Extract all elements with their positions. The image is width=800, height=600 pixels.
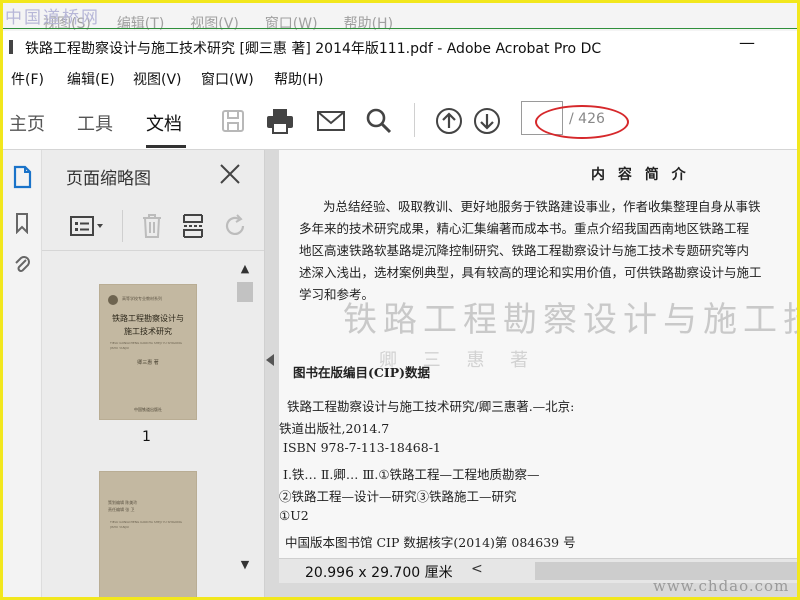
back-cover-english: TIELU GONGCHENG KANCHA SHEJI YU SHIGONG … — [110, 520, 182, 529]
rotate-icon[interactable] — [222, 212, 250, 240]
tab-home[interactable]: 主页 — [9, 110, 45, 136]
scroll-left-arrow[interactable]: < — [471, 561, 483, 577]
green-rule — [3, 28, 797, 29]
main-toolbar: 主页 工具 文档 / 426 — [3, 93, 797, 150]
page-thumbnail-1[interactable]: 高等学校专业教材系列 铁路工程勘察设计与 施工技术研究 TIELU GONGCH… — [100, 285, 196, 419]
scroll-down-arrow[interactable]: ▼ — [236, 556, 254, 574]
page-up-icon[interactable] — [433, 105, 465, 137]
scroll-up-arrow[interactable]: ▲ — [236, 260, 254, 278]
collapse-panel-arrow-icon[interactable] — [266, 354, 274, 366]
cip-line: ②铁路工程—设计—研究③铁路施工—研究 — [279, 489, 517, 504]
search-icon[interactable] — [363, 105, 395, 137]
menu-help[interactable]: 帮助(H) — [274, 69, 323, 89]
title-bar: 铁路工程勘察设计与施工技术研究 [卿三惠 著] 2014年版111.pdf - … — [3, 31, 797, 63]
active-tab-indicator — [146, 145, 186, 148]
summary-line: 学习和参考。 — [299, 287, 375, 302]
publisher-emblem-icon — [108, 295, 118, 305]
window-title: 铁路工程勘察设计与施工技术研究 [卿三惠 著] 2014年版111.pdf - … — [25, 41, 602, 57]
bleed-through-title: 铁路工程勘察设计与施工技术研究 — [343, 300, 797, 340]
delete-icon[interactable] — [138, 212, 166, 240]
scrollbar-thumb[interactable] — [237, 282, 253, 302]
cip-heading: 图书在版编目(CIP)数据 — [293, 365, 431, 380]
summary-line: 地区高速铁路软基路堤沉降控制研究、铁路工程勘察设计与施工技术专题研究等内 — [299, 243, 750, 258]
cip-line: ①U2 — [279, 508, 309, 523]
back-cover-line: 策划编辑 陈美玲 — [108, 500, 138, 505]
page-size-readout: 20.996 x 29.700 厘米 — [305, 565, 453, 581]
summary-line: 多年来的技术研究成果，精心汇集编著而成本书。重点介绍我国西南地区铁路工程 — [299, 221, 750, 236]
thumbnail-scrollbar[interactable]: ▲ ▼ — [236, 260, 254, 578]
summary-heading: 内 容 简 介 — [591, 167, 690, 183]
pdf-page: 铁路工程勘察设计与施工技术研究 卿 三 惠 著 内 容 简 介 为总结经验、吸取… — [279, 150, 797, 572]
menu-window[interactable]: 窗口(W) — [201, 69, 254, 89]
summary-line: 为总结经验、吸取教训、更好地服务于铁路建设事业，作者收集整理自身从事铁 — [323, 199, 761, 214]
thumbnail-panel-title: 页面缩略图 — [66, 169, 151, 189]
cover-title-line2: 施工技术研究 — [124, 327, 172, 336]
save-icon[interactable] — [217, 105, 249, 137]
attachment-icon[interactable] — [11, 252, 33, 278]
thumbnail-options-icon[interactable] — [68, 212, 108, 240]
cip-line: 中国版本图书馆 CIP 数据核字(2014)第 084639 号 — [285, 535, 576, 550]
thumbnail-page-label: 1 — [142, 429, 151, 445]
site-watermark-top: 中国道桥网 — [5, 8, 100, 28]
app-icon — [9, 40, 13, 54]
page-thumbnails-icon[interactable] — [11, 164, 33, 190]
navigation-rail — [3, 150, 42, 597]
toolbar-separator — [414, 103, 415, 137]
cip-line: 铁路工程勘察设计与施工技术研究/卿三惠著.—北京: — [287, 399, 575, 414]
print-icon[interactable] — [264, 105, 296, 137]
page-down-icon[interactable] — [471, 105, 503, 137]
cover-author: 卿三惠 著 — [137, 360, 159, 366]
tab-tools[interactable]: 工具 — [77, 110, 113, 136]
menu-view[interactable]: 视图(V) — [133, 69, 182, 89]
cover-title-line1: 铁路工程勘察设计与 — [112, 314, 184, 323]
thumbnail-toolbar — [42, 200, 264, 251]
app-frame: 视图(S) 编辑(T) 视图(V) 窗口(W) 帮助(H) 中国道桥网 铁路工程… — [0, 0, 800, 600]
insert-page-icon[interactable] — [180, 212, 208, 240]
mail-icon[interactable] — [315, 105, 347, 137]
back-cover-line: 责任编辑 张 卫 — [108, 507, 135, 512]
minimize-button[interactable]: — — [739, 33, 755, 55]
summary-line: 述深入浅出，选材案例典型，具有较高的理论和实用价值，可供铁路勘察设计与施工 — [299, 265, 762, 280]
thumbnail-panel: 页面缩略图 高等学校专业教材系列 铁路工程勘察设计与 施工技术研究 TIELU … — [42, 150, 265, 597]
cip-line: ISBN 978-7-113-18468-1 — [283, 440, 441, 455]
menu-edit[interactable]: 编辑(E) — [67, 69, 115, 89]
cover-publisher: 中国铁道出版社 — [134, 407, 162, 412]
cip-line: 铁道出版社,2014.7 — [279, 421, 390, 436]
cip-line: Ⅰ.铁… Ⅱ.卿… Ⅲ.①铁路工程—工程地质勘察— — [283, 467, 540, 482]
close-icon[interactable] — [218, 162, 242, 186]
highlight-ellipse — [535, 105, 629, 139]
bookmark-icon[interactable] — [11, 210, 33, 236]
document-pane: 铁路工程勘察设计与施工技术研究 卿 三 惠 著 内 容 简 介 为总结经验、吸取… — [265, 150, 797, 597]
background-window-strip: 视图(S) 编辑(T) 视图(V) 窗口(W) 帮助(H) 中国道桥网 — [3, 3, 797, 31]
thumbnail-toolbar-separator — [122, 210, 123, 242]
cover-series: 高等学校专业教材系列 — [122, 296, 162, 301]
menu-file[interactable]: 件(F) — [11, 69, 44, 89]
page-thumbnail-2[interactable]: 策划编辑 陈美玲 责任编辑 张 卫 TIELU GONGCHENG KANCHA… — [100, 472, 196, 597]
menu-bar: 件(F) 编辑(E) 视图(V) 窗口(W) 帮助(H) — [3, 63, 797, 93]
cover-english-title: TIELU GONGCHENG KANCHA SHEJI YU SHIGONG … — [110, 341, 182, 350]
site-watermark-bottom: www.chdao.com — [653, 577, 790, 595]
tab-document[interactable]: 文档 — [146, 110, 182, 136]
